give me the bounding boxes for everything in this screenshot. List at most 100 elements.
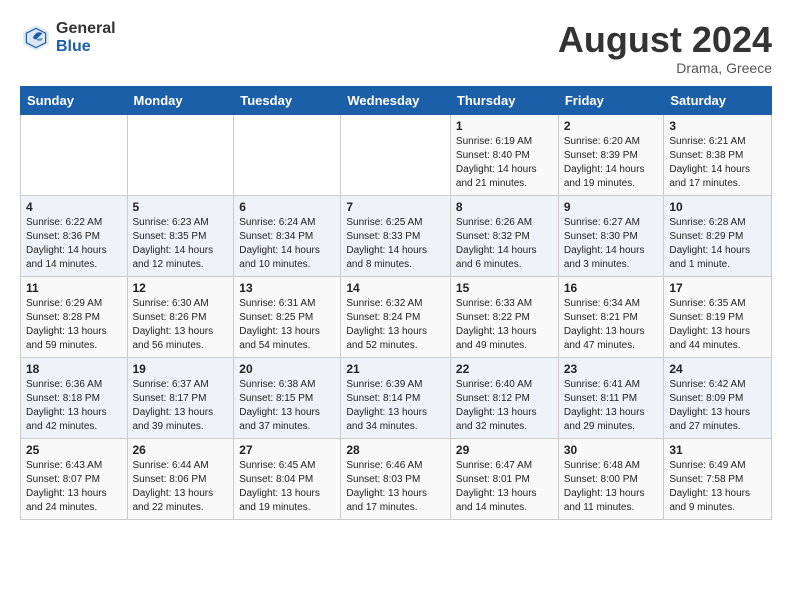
day-info: Sunrise: 6:35 AM Sunset: 8:19 PM Dayligh… [669,297,766,353]
header-day-thursday: Thursday [450,86,558,114]
day-cell: 10Sunrise: 6:28 AM Sunset: 8:29 PM Dayli… [664,195,772,276]
header-day-saturday: Saturday [664,86,772,114]
day-number: 26 [133,443,229,457]
day-cell [21,114,128,195]
day-cell: 29 Sunrise: 6:47 AM Sunset: 8:01 PM Dayli… [450,438,558,519]
day-cell: 24 Sunrise: 6:42 AM Sunset: 8:09 PM Dayli… [664,357,772,438]
day-info: Sunrise: 6:42 AM Sunset: 8:09 PM Dayligh… [669,378,766,434]
logo-blue-text: Blue [56,38,116,56]
day-number: 16 [564,281,659,295]
day-cell: 22Sunrise: 6:40 AM Sunset: 8:12 PM Dayli… [450,357,558,438]
day-cell: 13Sunrise: 6:31 AM Sunset: 8:25 PM Dayli… [234,276,341,357]
day-number: 11 [26,281,122,295]
day-number: 10 [669,200,766,214]
day-cell: 8 Sunrise: 6:26 AM Sunset: 8:32 PM Daylig… [450,195,558,276]
day-cell: 20 Sunrise: 6:38 AM Sunset: 8:15 PM Dayli… [234,357,341,438]
day-info: Sunrise: 6:38 AM Sunset: 8:15 PM Dayligh… [239,378,335,434]
day-number: 6 [239,200,335,214]
day-number: 4 [26,200,122,214]
day-info: Sunrise: 6:39 AM Sunset: 8:14 PM Dayligh… [346,378,445,434]
day-info: Sunrise: 6:24 AM Sunset: 8:34 PM Dayligh… [239,216,335,272]
calendar-header: SundayMondayTuesdayWednesdayThursdayFrid… [21,86,772,114]
day-number: 20 [239,362,335,376]
header-day-friday: Friday [558,86,664,114]
day-info: Sunrise: 6:44 AM Sunset: 8:06 PM Dayligh… [133,459,229,515]
day-number: 2 [564,119,659,133]
logo-general-text: General [56,20,116,38]
day-number: 23 [564,362,659,376]
day-info: Sunrise: 6:30 AM Sunset: 8:26 PM Dayligh… [133,297,229,353]
header-day-sunday: Sunday [21,86,128,114]
day-info: Sunrise: 6:22 AM Sunset: 8:36 PM Dayligh… [26,216,122,272]
day-info: Sunrise: 6:48 AM Sunset: 8:00 PM Dayligh… [564,459,659,515]
title-block: August 2024 Drama, Greece [558,20,772,76]
day-cell: 12 Sunrise: 6:30 AM Sunset: 8:26 PM Dayli… [127,276,234,357]
day-number: 3 [669,119,766,133]
day-info: Sunrise: 6:32 AM Sunset: 8:24 PM Dayligh… [346,297,445,353]
day-cell: 23Sunrise: 6:41 AM Sunset: 8:11 PM Dayli… [558,357,664,438]
day-cell: 31Sunrise: 6:49 AM Sunset: 7:58 PM Dayli… [664,438,772,519]
week-row-1: 1Sunrise: 6:19 AM Sunset: 8:40 PM Daylig… [21,114,772,195]
day-number: 17 [669,281,766,295]
day-cell: 25 Sunrise: 6:43 AM Sunset: 8:07 PM Dayli… [21,438,128,519]
day-info: Sunrise: 6:45 AM Sunset: 8:04 PM Dayligh… [239,459,335,515]
day-info: Sunrise: 6:23 AM Sunset: 8:35 PM Dayligh… [133,216,229,272]
week-row-3: 11Sunrise: 6:29 AM Sunset: 8:28 PM Dayli… [21,276,772,357]
month-year-title: August 2024 [558,20,772,60]
day-cell: 11Sunrise: 6:29 AM Sunset: 8:28 PM Dayli… [21,276,128,357]
day-cell: 14 Sunrise: 6:32 AM Sunset: 8:24 PM Dayli… [341,276,451,357]
week-row-2: 4 Sunrise: 6:22 AM Sunset: 8:36 PM Daylig… [21,195,772,276]
header-day-tuesday: Tuesday [234,86,341,114]
page-header: General Blue August 2024 Drama, Greece [20,20,772,76]
day-info: Sunrise: 6:47 AM Sunset: 8:01 PM Dayligh… [456,459,553,515]
day-number: 19 [133,362,229,376]
day-number: 18 [26,362,122,376]
day-info: Sunrise: 6:43 AM Sunset: 8:07 PM Dayligh… [26,459,122,515]
day-cell [341,114,451,195]
day-cell: 30 Sunrise: 6:48 AM Sunset: 8:00 PM Dayli… [558,438,664,519]
day-number: 21 [346,362,445,376]
day-number: 24 [669,362,766,376]
day-info: Sunrise: 6:34 AM Sunset: 8:21 PM Dayligh… [564,297,659,353]
day-number: 28 [346,443,445,457]
day-cell: 17 Sunrise: 6:35 AM Sunset: 8:19 PM Dayli… [664,276,772,357]
day-cell: 15Sunrise: 6:33 AM Sunset: 8:22 PM Dayli… [450,276,558,357]
day-cell: 18Sunrise: 6:36 AM Sunset: 8:18 PM Dayli… [21,357,128,438]
day-cell: 6 Sunrise: 6:24 AM Sunset: 8:34 PM Daylig… [234,195,341,276]
location-label: Drama, Greece [558,60,772,76]
day-number: 30 [564,443,659,457]
day-cell: 26 Sunrise: 6:44 AM Sunset: 8:06 PM Dayli… [127,438,234,519]
day-number: 31 [669,443,766,457]
day-cell [234,114,341,195]
day-cell: 5Sunrise: 6:23 AM Sunset: 8:35 PM Daylig… [127,195,234,276]
day-number: 1 [456,119,553,133]
day-number: 25 [26,443,122,457]
logo: General Blue [20,20,116,55]
calendar-table: SundayMondayTuesdayWednesdayThursdayFrid… [20,86,772,520]
week-row-4: 18Sunrise: 6:36 AM Sunset: 8:18 PM Dayli… [21,357,772,438]
day-info: Sunrise: 6:21 AM Sunset: 8:38 PM Dayligh… [669,135,766,191]
day-number: 8 [456,200,553,214]
calendar-body: 1Sunrise: 6:19 AM Sunset: 8:40 PM Daylig… [21,114,772,519]
day-cell: 9Sunrise: 6:27 AM Sunset: 8:30 PM Daylig… [558,195,664,276]
day-info: Sunrise: 6:33 AM Sunset: 8:22 PM Dayligh… [456,297,553,353]
day-info: Sunrise: 6:20 AM Sunset: 8:39 PM Dayligh… [564,135,659,191]
day-info: Sunrise: 6:25 AM Sunset: 8:33 PM Dayligh… [346,216,445,272]
day-cell: 2 Sunrise: 6:20 AM Sunset: 8:39 PM Daylig… [558,114,664,195]
day-cell: 28 Sunrise: 6:46 AM Sunset: 8:03 PM Dayli… [341,438,451,519]
day-number: 12 [133,281,229,295]
day-number: 29 [456,443,553,457]
day-info: Sunrise: 6:26 AM Sunset: 8:32 PM Dayligh… [456,216,553,272]
day-info: Sunrise: 6:31 AM Sunset: 8:25 PM Dayligh… [239,297,335,353]
day-cell: 7Sunrise: 6:25 AM Sunset: 8:33 PM Daylig… [341,195,451,276]
day-cell [127,114,234,195]
day-info: Sunrise: 6:37 AM Sunset: 8:17 PM Dayligh… [133,378,229,434]
header-row: SundayMondayTuesdayWednesdayThursdayFrid… [21,86,772,114]
header-day-monday: Monday [127,86,234,114]
day-cell: 3 Sunrise: 6:21 AM Sunset: 8:38 PM Daylig… [664,114,772,195]
day-number: 14 [346,281,445,295]
day-cell: 27Sunrise: 6:45 AM Sunset: 8:04 PM Dayli… [234,438,341,519]
day-cell: 4 Sunrise: 6:22 AM Sunset: 8:36 PM Daylig… [21,195,128,276]
week-row-5: 25 Sunrise: 6:43 AM Sunset: 8:07 PM Dayli… [21,438,772,519]
day-info: Sunrise: 6:46 AM Sunset: 8:03 PM Dayligh… [346,459,445,515]
